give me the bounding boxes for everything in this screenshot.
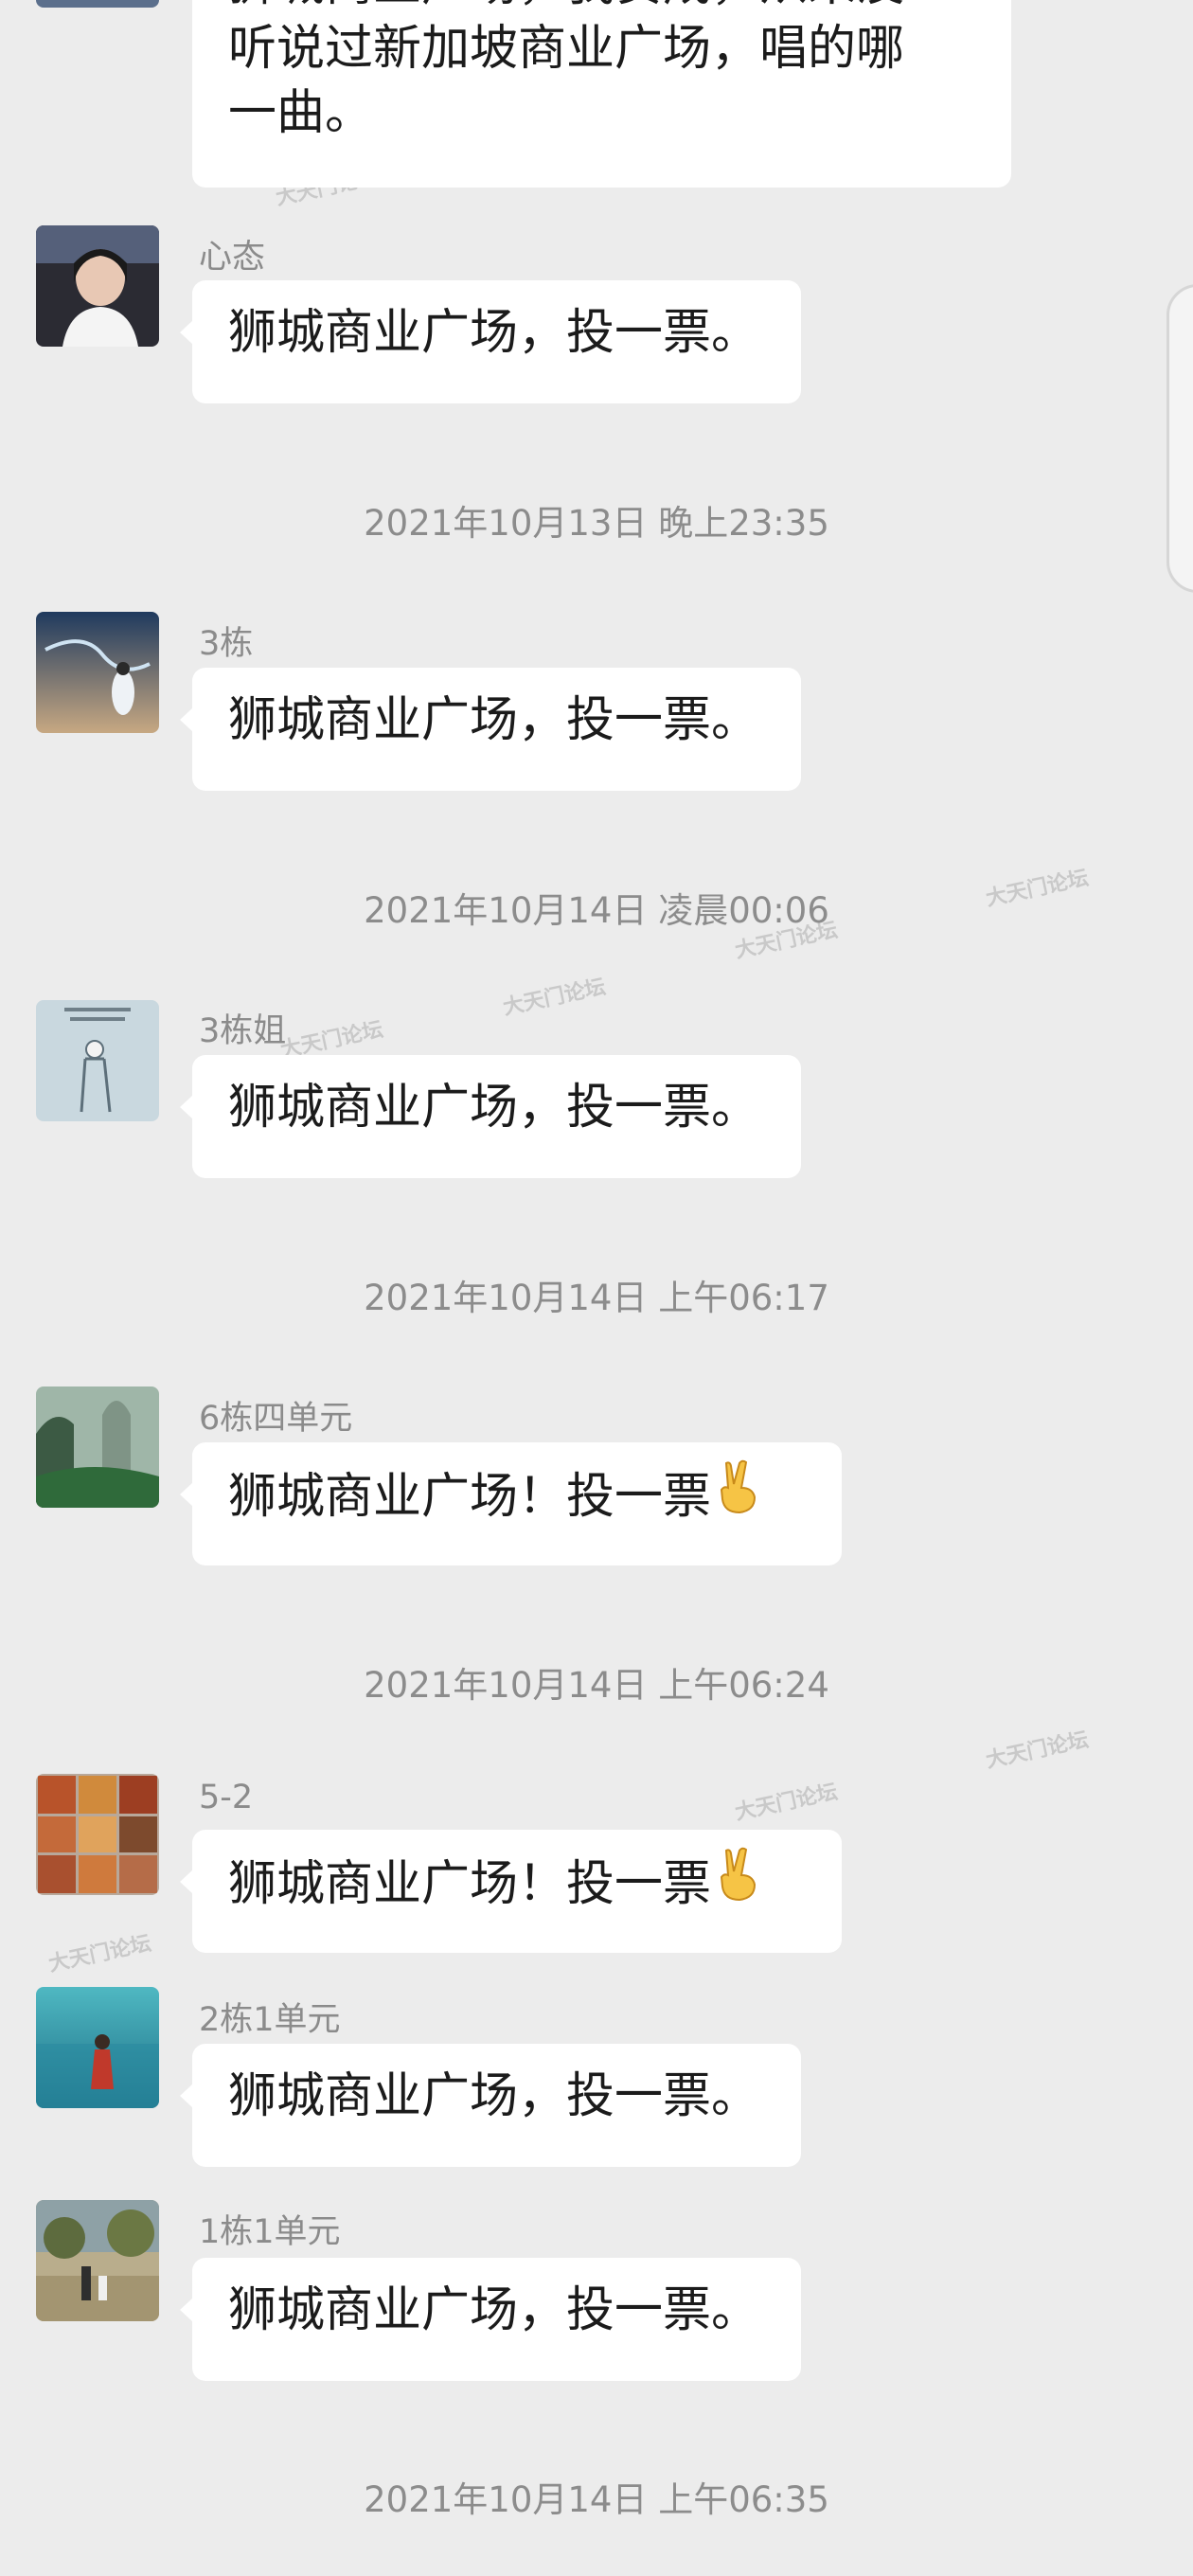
avatar[interactable] [36,612,159,733]
forum-watermark: 大天门论坛 [733,1780,840,1826]
timestamp: 2021年10月14日 上午06:24 [364,1665,829,1706]
message-text: 狮城商业广场，投一票。 [228,305,760,361]
avatar[interactable] [36,1774,159,1895]
message-bubble[interactable]: 狮城商业广场！投一票 [180,1830,842,1953]
message-bubble[interactable]: 狮城商业广场，投一票。 [180,2258,801,2381]
message-bubble[interactable]: 狮城商业广场，我赞成，从来没 听说过新加坡商业广场，唱的哪 一曲。 [192,0,1011,188]
forum-watermark: 大天门论坛 [501,975,608,1021]
message-text: 一曲。 [228,85,374,141]
chat-history[interactable]: 大天门论坛 大天门论坛 大天门论坛 大天门论坛 大天门论坛 大天门论坛 大天门论… [0,0,1193,2576]
message-text: 狮城商业广场！投一票 [228,1469,712,1525]
avatar[interactable] [36,1987,159,2108]
avatar[interactable] [36,0,159,8]
sender-name: 2栋1单元 [199,2001,341,2039]
message-text: 听说过新加坡商业广场，唱的哪 [228,21,905,77]
message-text: 狮城商业广场，投一票。 [228,692,760,748]
sender-name: 心态 [199,239,266,277]
avatar[interactable] [36,1386,159,1508]
message-text: 狮城商业广场，投一票。 [228,2068,760,2124]
message-text: 狮城商业广场，我赞成，从来没 [228,0,977,17]
victory-hand-emoji-icon [713,1847,762,1919]
sender-name: 5-2 [199,1779,254,1816]
sender-name: 6栋四单元 [199,1400,353,1438]
avatar[interactable] [36,225,159,347]
message-text: 狮城商业广场！投一票 [228,1856,712,1912]
sender-name: 3栋 [199,625,254,663]
timestamp: 2021年10月13日 晚上23:35 [364,503,829,544]
message-bubble[interactable]: 狮城商业广场，投一票。 [180,280,801,403]
sender-name: 1栋1单元 [199,2213,341,2251]
forum-watermark: 大天门论坛 [984,1727,1091,1774]
sender-name: 3栋姐 [199,1012,287,1050]
avatar[interactable] [36,2200,159,2321]
message-bubble[interactable]: 狮城商业广场，投一票。 [180,668,801,791]
forum-watermark: 大天门论坛 [46,1931,153,1977]
message-bubble[interactable]: 狮城商业广场，投一票。 [180,2044,801,2167]
victory-hand-emoji-icon [713,1459,762,1531]
message-bubble[interactable]: 狮城商业广场，投一票。 [180,1055,801,1178]
message-text: 狮城商业广场，投一票。 [228,1080,760,1136]
timestamp: 2021年10月14日 凌晨00:06 [364,890,829,931]
message-bubble[interactable]: 狮城商业广场！投一票 [180,1442,842,1565]
timestamp: 2021年10月14日 上午06:17 [364,1278,829,1318]
timestamp: 2021年10月14日 上午06:35 [364,2479,829,2520]
message-text: 狮城商业广场，投一票。 [228,2282,760,2338]
side-scroll-handle[interactable] [1166,284,1193,593]
avatar[interactable] [36,1000,159,1121]
